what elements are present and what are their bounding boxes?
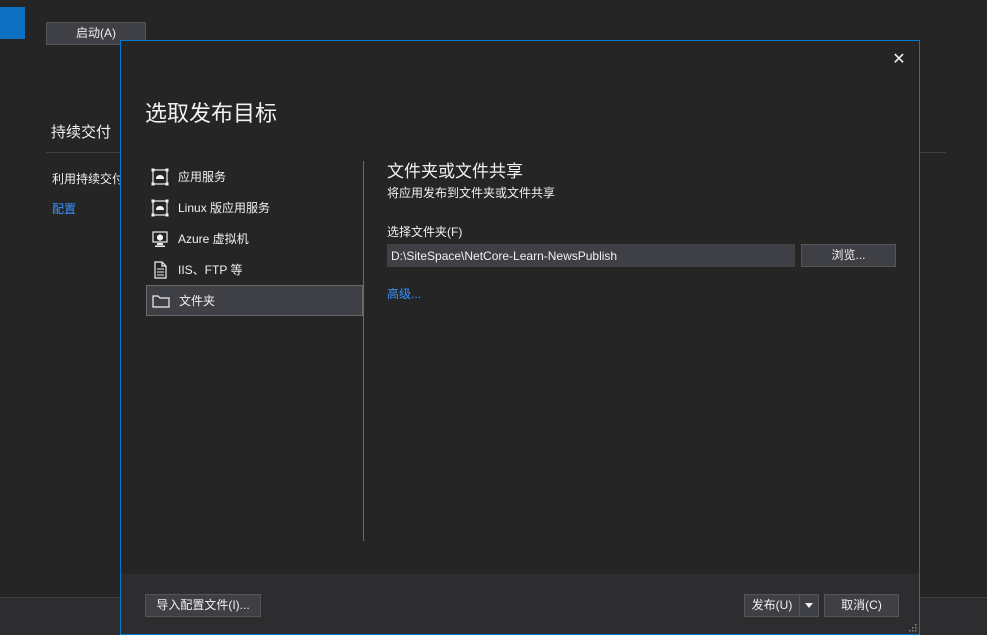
- azure-vm-icon: [151, 230, 169, 248]
- advanced-link[interactable]: 高级...: [387, 285, 421, 302]
- close-icon[interactable]: ✕: [889, 50, 909, 70]
- target-item-folder[interactable]: 文件夹: [146, 285, 363, 316]
- pane-subtitle: 将应用发布到文件夹或文件共享: [387, 186, 556, 200]
- accent-tile: [0, 7, 25, 39]
- folder-field-label: 选择文件夹(F): [387, 225, 463, 239]
- target-label: Azure 虚拟机: [178, 232, 249, 246]
- target-label: IIS、FTP 等: [178, 263, 243, 277]
- folder-path-input[interactable]: [387, 244, 795, 267]
- config-link[interactable]: 配置: [52, 200, 76, 217]
- publish-split-button: 发布(U): [744, 594, 819, 617]
- import-profile-button[interactable]: 导入配置文件(I)...: [145, 594, 261, 617]
- target-list: 应用服务 Linux 版应用服务 Azure 虚拟机 IIS、FTP 等 文件夹: [146, 161, 363, 316]
- publish-button[interactable]: 发布(U): [745, 595, 800, 616]
- section-title: 持续交付: [51, 124, 112, 141]
- section-description: 利用持续交付: [52, 172, 125, 186]
- pane-divider: [363, 161, 364, 541]
- cancel-button[interactable]: 取消(C): [824, 594, 899, 617]
- target-details-pane: 文件夹或文件共享 将应用发布到文件夹或文件共享 选择文件夹(F) 浏览... 高…: [387, 161, 897, 302]
- publish-target-dialog: ✕ 选取发布目标 应用服务 Linux 版应用服务 Azure 虚拟机 IIS、…: [120, 40, 920, 635]
- target-item-app-service[interactable]: 应用服务: [146, 161, 363, 192]
- document-icon: [151, 260, 169, 279]
- dialog-footer: 导入配置文件(I)... 发布(U) 取消(C): [121, 574, 919, 634]
- pane-title: 文件夹或文件共享: [387, 162, 523, 181]
- app-service-icon: [151, 168, 169, 186]
- chevron-down-icon[interactable]: [800, 595, 818, 616]
- linux-app-service-icon: [151, 199, 169, 217]
- resize-grip-icon[interactable]: [909, 624, 917, 632]
- folder-icon: [152, 292, 170, 310]
- dialog-title: 选取发布目标: [145, 101, 278, 126]
- target-item-linux-app-service[interactable]: Linux 版应用服务: [146, 192, 363, 223]
- path-row: 浏览...: [387, 244, 897, 267]
- target-item-iis-ftp[interactable]: IIS、FTP 等: [146, 254, 363, 285]
- target-item-azure-vm[interactable]: Azure 虚拟机: [146, 223, 363, 254]
- target-label: 文件夹: [179, 294, 216, 308]
- browse-button[interactable]: 浏览...: [801, 244, 896, 267]
- target-label: Linux 版应用服务: [178, 201, 271, 215]
- target-label: 应用服务: [178, 170, 227, 184]
